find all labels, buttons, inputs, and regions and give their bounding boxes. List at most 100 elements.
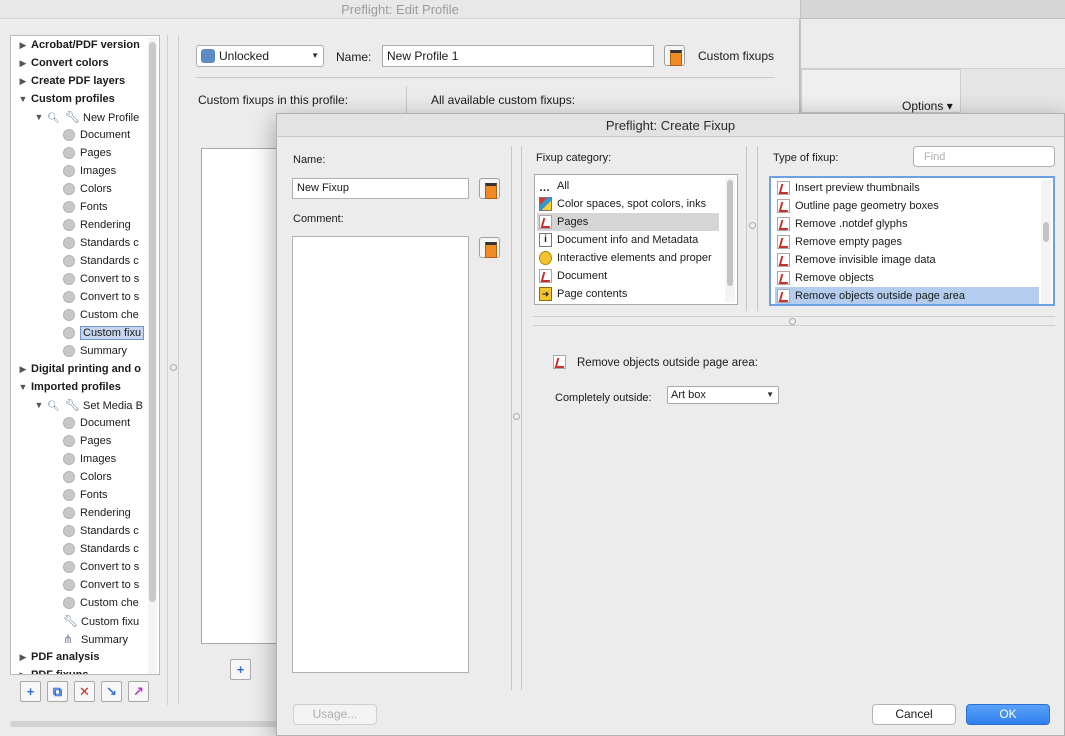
- cancel-button[interactable]: Cancel: [872, 704, 956, 725]
- fixup-type-item[interactable]: Remove .notdef glyphs: [775, 215, 908, 233]
- disclosure-open-icon[interactable]: ▼: [34, 396, 44, 414]
- tree-item[interactable]: Rendering: [63, 504, 131, 522]
- disclosure-closed-icon[interactable]: ▶: [18, 54, 28, 72]
- tree-item[interactable]: Convert to s: [63, 288, 139, 306]
- info-icon: i: [539, 233, 552, 247]
- tree-item[interactable]: Colors: [63, 180, 112, 198]
- tree-item[interactable]: Custom che: [63, 306, 139, 324]
- fixup-type-item[interactable]: Remove invisible image data: [775, 251, 936, 269]
- tree-item[interactable]: ▶ Convert colors: [20, 54, 109, 72]
- fixup-type-item[interactable]: Insert preview thumbnails: [775, 179, 920, 197]
- fixup-type-item[interactable]: Outline page geometry boxes: [775, 197, 939, 215]
- fixups-in-profile-list[interactable]: [201, 148, 281, 644]
- find-field[interactable]: Find: [913, 146, 1055, 167]
- fixup-type-item[interactable]: Remove objects outside page area: [775, 287, 1039, 304]
- divider: [757, 146, 758, 311]
- horizontal-scrollbar[interactable]: [10, 721, 280, 727]
- duplicate-profile-button[interactable]: ⧉: [47, 681, 68, 702]
- tree-item[interactable]: ▼ Imported profiles: [19, 378, 121, 396]
- tree-item[interactable]: Images: [63, 450, 116, 468]
- tree-item[interactable]: ▶ Create PDF layers: [20, 72, 126, 90]
- tree-item[interactable]: Custom che: [63, 594, 139, 612]
- category-list[interactable]: … All Color spaces, spot colors, inks Pages…: [534, 174, 738, 305]
- comment-edit-button[interactable]: [479, 237, 500, 258]
- category-item[interactable]: Interactive elements and proper: [537, 249, 712, 267]
- type-scrollbar[interactable]: [1041, 180, 1051, 304]
- tree-item[interactable]: Standards c: [63, 234, 139, 252]
- tree-item[interactable]: Standards c: [63, 522, 139, 540]
- category-scrollbar[interactable]: [725, 177, 735, 302]
- pdf-fixup-icon: [777, 253, 790, 267]
- category-item[interactable]: … All: [537, 177, 569, 195]
- import-profile-button[interactable]: ↘: [101, 681, 122, 702]
- tree-item-label: Custom che: [80, 597, 139, 609]
- category-item[interactable]: Pages: [537, 213, 719, 231]
- status-dot-icon: [63, 489, 75, 502]
- usage-button[interactable]: Usage...: [293, 704, 377, 725]
- tree-item[interactable]: ▶ PDF fixups: [20, 666, 89, 674]
- disclosure-closed-icon[interactable]: ▶: [18, 666, 28, 674]
- tree-item[interactable]: ▼ 🔍︎ 🔧︎ New Profile: [35, 108, 140, 126]
- horizontal-splitter[interactable]: [533, 316, 1055, 326]
- tree-item[interactable]: ▼ Custom profiles: [19, 90, 115, 108]
- completely-outside-label: Completely outside:: [555, 392, 652, 404]
- tree-item[interactable]: Pages: [63, 432, 111, 450]
- tree-item[interactable]: Pages: [63, 144, 111, 162]
- new-profile-button[interactable]: +: [20, 681, 41, 702]
- fixup-type-item[interactable]: Remove objects: [775, 269, 874, 287]
- splitter[interactable]: [167, 35, 179, 705]
- category-item[interactable]: Color spaces, spot colors, inks: [537, 195, 706, 213]
- tree-item[interactable]: Images: [63, 162, 116, 180]
- tree-item[interactable]: Fonts: [63, 198, 108, 216]
- tree-item[interactable]: ▼ 🔍︎ 🔧︎ Set Media B: [35, 396, 143, 414]
- tree-item[interactable]: Convert to s: [63, 270, 139, 288]
- tree-item[interactable]: 🔧︎ Custom fixu: [63, 612, 139, 630]
- add-fixup-button[interactable]: +: [230, 659, 251, 680]
- profile-name-edit-button[interactable]: [664, 45, 685, 66]
- export-profile-button[interactable]: ↗: [128, 681, 149, 702]
- splitter-grip[interactable]: [749, 222, 756, 229]
- tree-item[interactable]: Rendering: [63, 216, 131, 234]
- tree-item[interactable]: Fonts: [63, 486, 108, 504]
- profile-tree[interactable]: ▶ Acrobat/PDF version ▶ Convert colors ▶ Crea…: [10, 35, 160, 675]
- tree-item[interactable]: Document: [63, 414, 130, 432]
- comment-field[interactable]: [292, 236, 469, 673]
- disclosure-open-icon[interactable]: ▼: [34, 108, 44, 126]
- color-icon: [539, 197, 552, 211]
- tree-item[interactable]: ▶ Digital printing and o: [20, 360, 141, 378]
- delete-profile-button[interactable]: ✕: [74, 681, 95, 702]
- category-item[interactable]: ➜ Page contents: [537, 285, 627, 303]
- fixup-name-field[interactable]: New Fixup: [292, 178, 469, 199]
- tree-item[interactable]: Summary: [63, 342, 127, 360]
- disclosure-closed-icon[interactable]: ▶: [18, 36, 28, 54]
- tree-scrollbar[interactable]: [148, 38, 157, 674]
- tree-item[interactable]: Colors: [63, 468, 112, 486]
- tree-item[interactable]: Standards c: [63, 252, 139, 270]
- disclosure-open-icon[interactable]: ▼: [18, 378, 28, 396]
- fixup-type-item[interactable]: Remove empty pages: [775, 233, 902, 251]
- disclosure-closed-icon[interactable]: ▶: [18, 648, 28, 666]
- tree-item[interactable]: Custom fixu: [63, 324, 145, 342]
- tree-item[interactable]: Document: [63, 126, 130, 144]
- tree-item[interactable]: Convert to s: [63, 576, 139, 594]
- tree-item[interactable]: ⋔ Summary: [63, 630, 128, 648]
- category-item[interactable]: Document: [537, 267, 607, 285]
- lock-select[interactable]: Unlocked ▼: [196, 45, 324, 67]
- disclosure-closed-icon[interactable]: ▶: [18, 360, 28, 378]
- tree-item[interactable]: ▶ PDF analysis: [20, 648, 100, 666]
- options-button[interactable]: Options ▾: [902, 99, 953, 113]
- disclosure-closed-icon[interactable]: ▶: [18, 72, 28, 90]
- disclosure-open-icon[interactable]: ▼: [18, 90, 28, 108]
- category-item[interactable]: i Document info and Metadata: [537, 231, 698, 249]
- fixup-type-list[interactable]: Insert preview thumbnails Outline page ge…: [769, 176, 1055, 306]
- fixup-name-edit-button[interactable]: [479, 178, 500, 199]
- tree-item[interactable]: Standards c: [63, 540, 139, 558]
- status-dot-icon: [63, 255, 75, 268]
- tree-item[interactable]: Convert to s: [63, 558, 139, 576]
- ok-button[interactable]: OK: [966, 704, 1050, 725]
- tree-item[interactable]: ▶ Acrobat/PDF version: [20, 36, 140, 54]
- completely-outside-select[interactable]: Art box ▼: [667, 386, 779, 404]
- splitter-grip[interactable]: [513, 413, 520, 420]
- profile-name-field[interactable]: New Profile 1: [382, 45, 654, 67]
- tree-item-label: Standards c: [80, 255, 139, 267]
